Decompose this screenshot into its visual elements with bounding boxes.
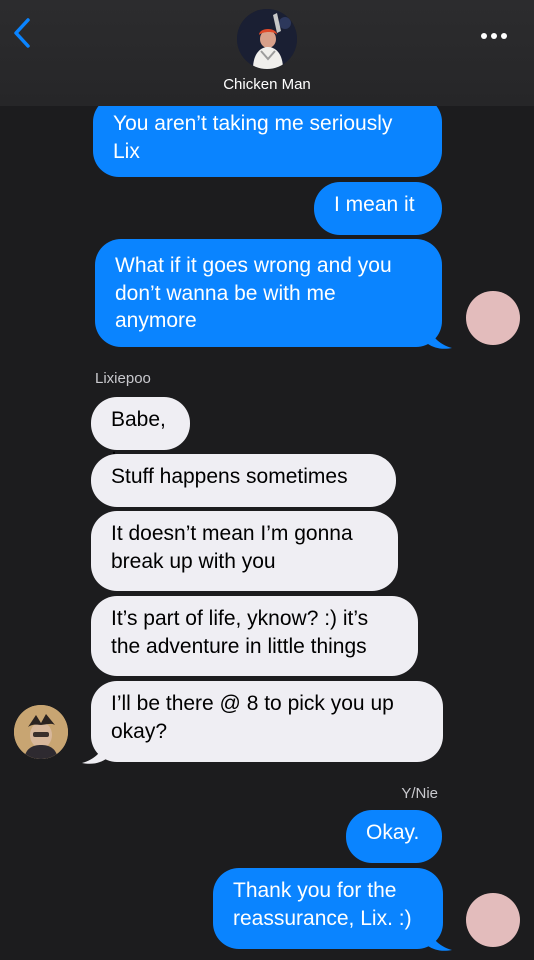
contact-avatar[interactable] bbox=[237, 9, 297, 69]
sender-name-outgoing: Y/Nie bbox=[401, 785, 438, 802]
message-bubble-outgoing[interactable]: Thank you for the reassurance, Lix. :) bbox=[213, 868, 443, 949]
message-bubble-incoming[interactable]: Babe,, bbox=[91, 397, 190, 459]
message-bubble-incoming[interactable]: I’ll be there @ 8 to pick you up okay? bbox=[91, 681, 443, 762]
ellipsis-icon bbox=[481, 33, 507, 39]
back-button[interactable] bbox=[8, 14, 36, 52]
chevron-left-icon bbox=[14, 18, 30, 48]
user-avatar bbox=[466, 893, 520, 947]
message-bubble-outgoing[interactable]: Okay. bbox=[346, 810, 442, 863]
user-avatar bbox=[466, 291, 520, 345]
message-bubble-outgoing[interactable]: What if it goes wrong and you don’t wann… bbox=[95, 239, 442, 347]
bubble-tail bbox=[82, 741, 106, 764]
message-bubble-incoming[interactable]: Stuff happens sometimes bbox=[91, 454, 396, 507]
message-bubble-incoming[interactable]: It’s part of life, yknow? :) it’s the ad… bbox=[91, 596, 418, 676]
more-options-button[interactable] bbox=[480, 28, 508, 39]
message-bubble-outgoing[interactable]: I mean it bbox=[314, 182, 442, 235]
bubble-tail bbox=[428, 928, 452, 951]
conversation-header: Chicken Man bbox=[0, 0, 534, 106]
contact-avatar-small bbox=[14, 705, 68, 759]
contact-name[interactable]: Chicken Man bbox=[0, 76, 534, 93]
message-bubble-outgoing[interactable]: You aren’t taking me seriously Lix bbox=[93, 96, 442, 177]
message-bubble-incoming[interactable]: It doesn’t mean I’m gonna break up with … bbox=[91, 511, 398, 591]
sender-name-incoming: Lixiepoo bbox=[95, 370, 151, 387]
bubble-tail bbox=[428, 326, 452, 349]
